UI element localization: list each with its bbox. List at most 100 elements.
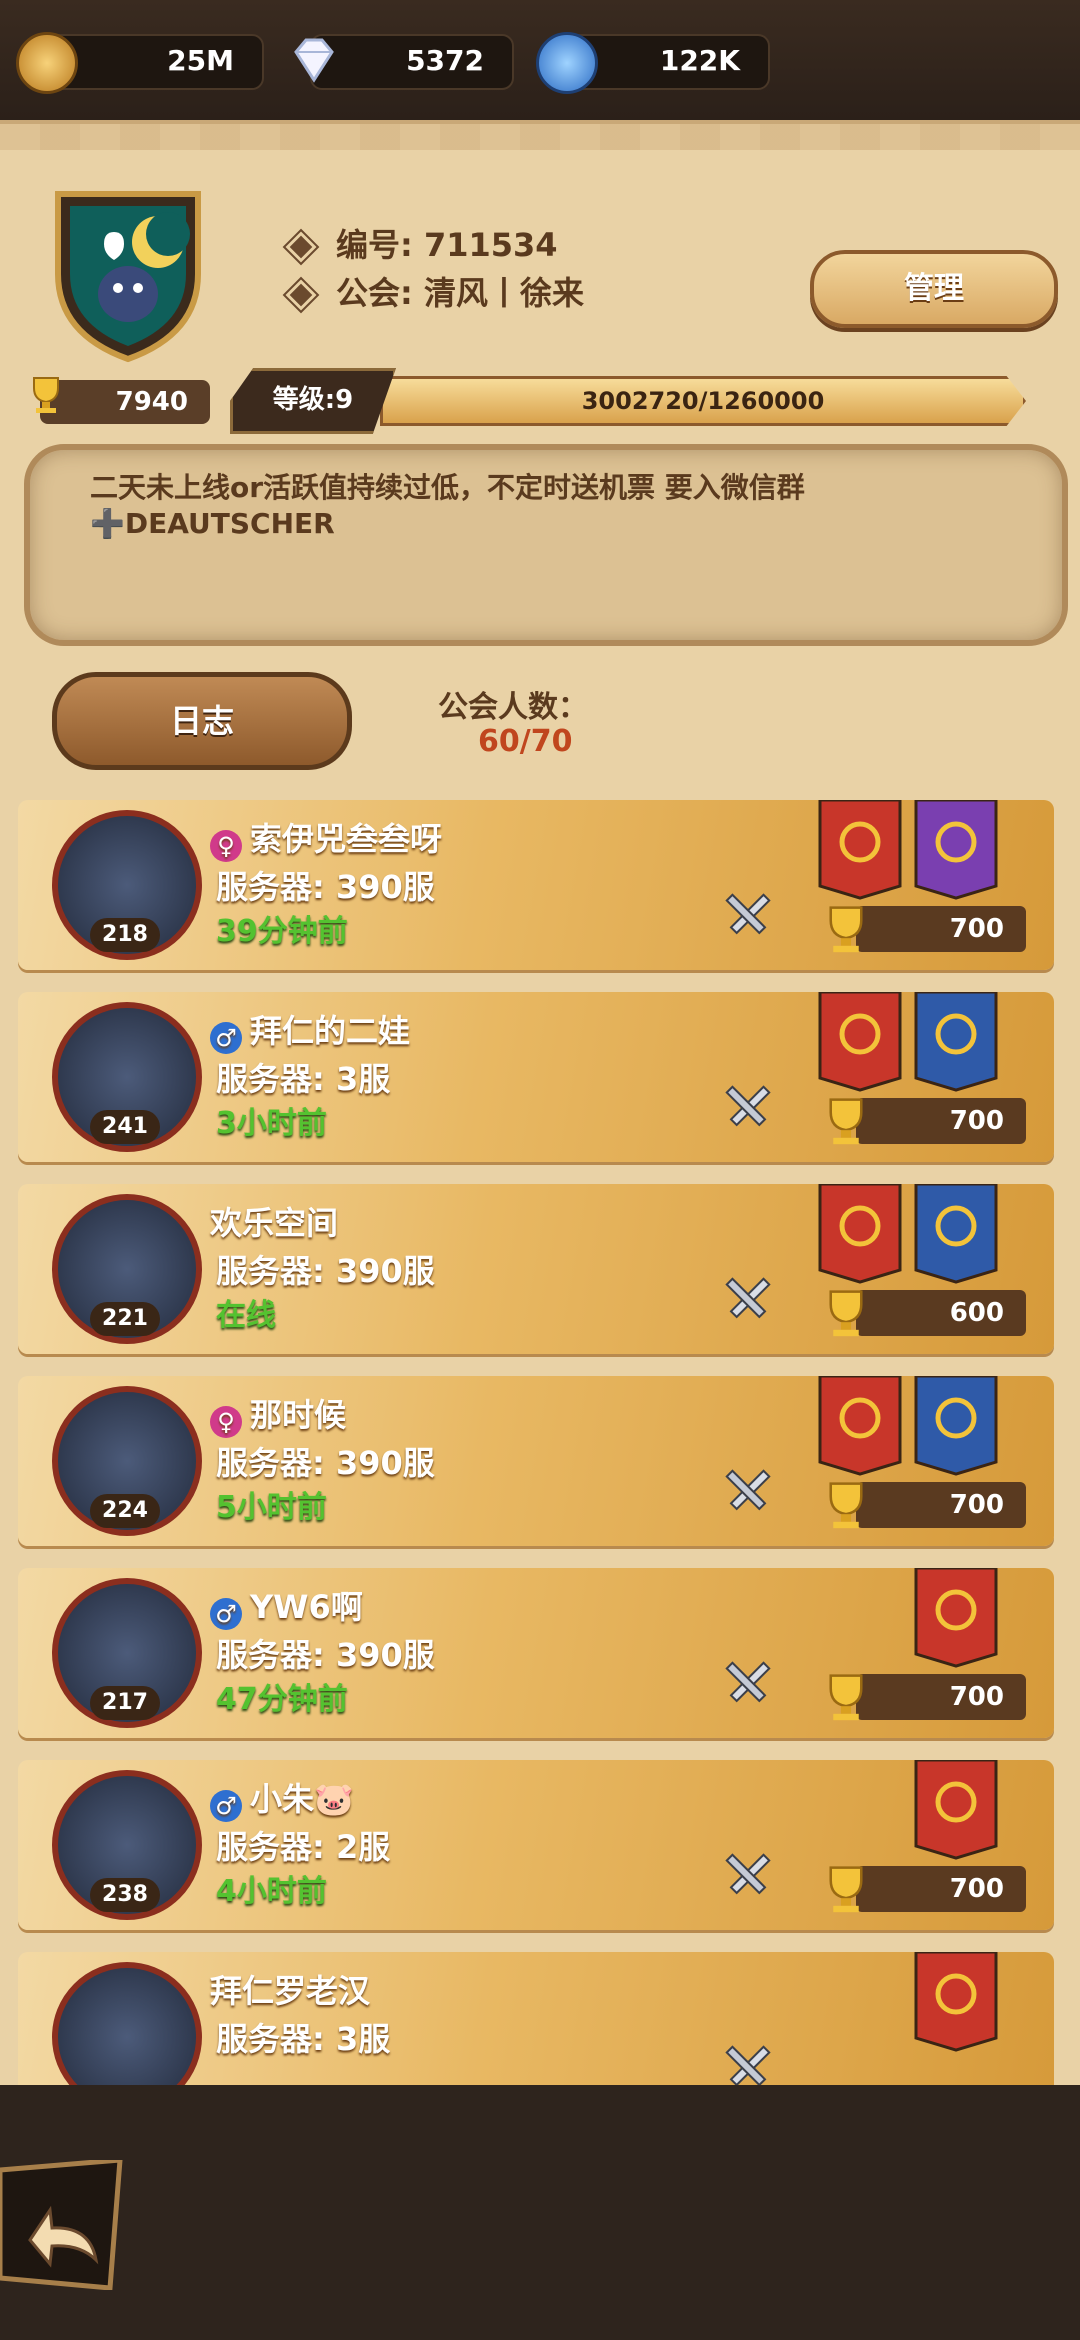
gold-value: 25M	[167, 44, 234, 77]
member-score: 700	[856, 1866, 1026, 1912]
crossed-swords-icon	[725, 1469, 771, 1511]
member-card[interactable]: 238 ♂ 小朱🐷 服务器: 2服 4小时前 700	[18, 1760, 1054, 1930]
member-name-text: 拜仁罗老汉	[210, 1972, 371, 2010]
dust-resource[interactable]: 122K	[536, 32, 770, 94]
dust-icon	[536, 32, 598, 94]
male-icon: ♂	[210, 1790, 242, 1822]
blue-banner-icon	[914, 992, 998, 1092]
trophy-icon	[829, 1866, 863, 1913]
red-banner-icon	[818, 1376, 902, 1476]
bullet-diamond-icon	[282, 228, 320, 266]
purple-banner-icon	[914, 800, 998, 900]
blue-banner-icon	[914, 1376, 998, 1476]
trophy-icon	[33, 377, 59, 413]
bottom-bar	[0, 2085, 1080, 2340]
crossed-swords-icon	[725, 1085, 771, 1127]
gold-coin-icon	[16, 32, 78, 94]
guild-exp-bar: 3002720/1260000	[380, 376, 1026, 426]
guild-level-bar: 3002720/1260000 等级:9	[230, 368, 1040, 434]
member-score: 700	[856, 1482, 1026, 1528]
diamond-icon	[294, 38, 334, 83]
member-server: 服务器: 2服	[216, 1828, 391, 1866]
manage-button[interactable]: 管理	[810, 250, 1058, 328]
member-count-value: 60/70	[478, 724, 573, 759]
male-icon: ♂	[210, 1022, 242, 1054]
member-server: 服务器: 390服	[216, 1252, 435, 1290]
member-server: 服务器: 390服	[216, 868, 435, 906]
member-status: 3小时前	[216, 1106, 327, 1141]
member-score: 700	[856, 906, 1026, 952]
member-status: 47分钟前	[216, 1682, 348, 1717]
crossed-swords-icon	[725, 893, 771, 935]
back-button[interactable]	[0, 2160, 130, 2290]
member-server: 服务器: 390服	[216, 1636, 435, 1674]
member-name: ♀ 索伊兕叁叁呀	[210, 814, 442, 862]
trophy-icon	[829, 1290, 863, 1337]
guild-name: 公会: 清风丨徐来	[282, 268, 584, 314]
red-banner-icon	[914, 1952, 998, 2052]
crossed-swords-icon	[725, 1661, 771, 1703]
member-level: 238	[90, 1878, 160, 1912]
member-level: 241	[90, 1110, 160, 1144]
member-server: 服务器: 390服	[216, 1444, 435, 1482]
member-status: 39分钟前	[216, 914, 348, 949]
member-server: 服务器: 3服	[216, 1060, 391, 1098]
blue-banner-icon	[914, 1184, 998, 1284]
notice-line-1: 二天未上线or活跃值持续过低，不定时送机票 要入微信群	[90, 471, 805, 504]
guild-panel: 编号: 711534 公会: 清风丨徐来 管理 7940 3002720/126…	[0, 120, 1080, 2122]
male-icon: ♂	[210, 1598, 242, 1630]
resource-bar: 25M 5372 122K	[0, 0, 1080, 120]
red-banner-icon	[914, 1568, 998, 1668]
guild-notice: 二天未上线or活跃值持续过低，不定时送机票 要入微信群 ➕DEAUTSCHER	[24, 444, 1068, 646]
member-name-text: 拜仁的二娃	[250, 1012, 411, 1050]
member-card[interactable]: 241 ♂ 拜仁的二娃服务器: 3服 3小时前 700	[18, 992, 1054, 1162]
crossed-swords-icon	[725, 1277, 771, 1319]
member-server: 服务器: 3服	[216, 2020, 391, 2058]
member-count-label: 公会人数：	[438, 690, 588, 725]
member-level: 218	[90, 918, 160, 952]
log-button[interactable]: 日志	[52, 672, 352, 770]
member-name: 欢乐空间	[210, 1198, 338, 1244]
diamond-resource[interactable]: 5372	[294, 34, 514, 90]
member-name-text: 小朱🐷	[250, 1780, 354, 1818]
female-icon: ♀	[210, 1406, 242, 1438]
dust-value: 122K	[659, 44, 740, 77]
member-status: 在线	[216, 1298, 276, 1333]
trophy-icon	[829, 1098, 863, 1145]
member-name: ♀ 那时候	[210, 1390, 346, 1438]
bullet-diamond-icon	[282, 276, 320, 314]
member-level: 224	[90, 1494, 160, 1528]
member-card[interactable]: 221 欢乐空间服务器: 390服 在线 600	[18, 1184, 1054, 1354]
member-name: 拜仁罗老汉	[210, 1966, 370, 2012]
red-banner-icon	[818, 1184, 902, 1284]
member-score: 700	[856, 1674, 1026, 1720]
member-status: 5小时前	[216, 1490, 327, 1525]
member-name: ♂ 小朱🐷	[210, 1774, 354, 1822]
member-name-text: 欢乐空间	[210, 1204, 339, 1242]
member-level: 217	[90, 1686, 160, 1720]
notice-line-2: ➕DEAUTSCHER	[90, 507, 335, 540]
trophy-icon	[829, 1482, 863, 1529]
red-banner-icon	[914, 1760, 998, 1860]
diamond-value: 5372	[406, 44, 484, 77]
guild-emblem-icon	[55, 191, 201, 363]
red-banner-icon	[818, 992, 902, 1092]
crossed-swords-icon	[725, 1853, 771, 1895]
member-status: 4小时前	[216, 1874, 327, 1909]
member-name-text: 那时候	[250, 1396, 347, 1434]
member-card[interactable]: 224 ♀ 那时候服务器: 390服 5小时前 700	[18, 1376, 1054, 1546]
trophy-icon	[829, 906, 863, 953]
member-list[interactable]: 218 ♀ 索伊兕叁叁呀 服务器: 390服 39分钟前 700 241 ♂ 拜仁的二娃 服务器:…	[18, 800, 1058, 2190]
member-card[interactable]: 217 ♂ YW6啊服务器: 390服 47分钟前 700	[18, 1568, 1054, 1738]
member-score: 700	[856, 1098, 1026, 1144]
member-level: 221	[90, 1302, 160, 1336]
guild-level: 等级:9	[230, 368, 396, 434]
member-name-text: YW6啊	[250, 1588, 363, 1626]
member-name: ♂ 拜仁的二娃	[210, 1006, 410, 1054]
member-card[interactable]: 218 ♀ 索伊兕叁叁呀服务器: 390服 39分钟前 700	[18, 800, 1054, 970]
gold-resource[interactable]: 25M	[16, 32, 264, 94]
member-name-text: 索伊兕叁叁呀	[250, 820, 443, 858]
member-score: 600	[856, 1290, 1026, 1336]
trophy-icon	[829, 1674, 863, 1721]
guild-id: 编号: 711534	[282, 220, 558, 266]
